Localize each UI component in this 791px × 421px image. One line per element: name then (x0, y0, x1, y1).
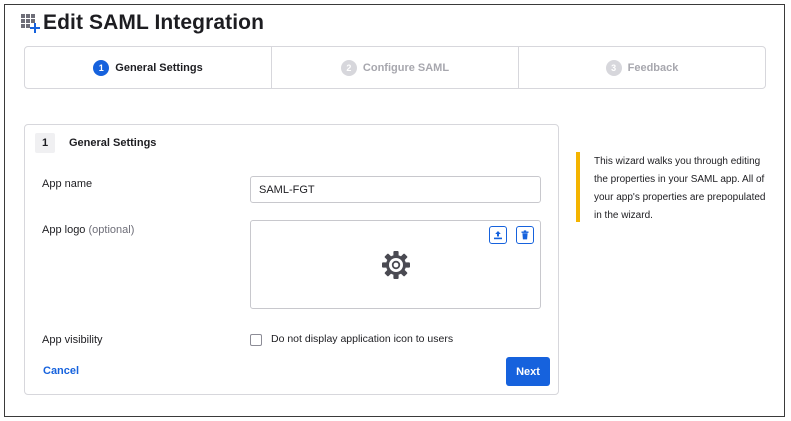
page-header: Edit SAML Integration (21, 9, 264, 37)
window-frame: Edit SAML Integration 1 General Settings… (4, 4, 785, 417)
step-label: Feedback (627, 61, 679, 74)
step-number-3: 3 (605, 59, 622, 76)
step-number-2: 2 (340, 59, 357, 76)
app-logo-label: App logo (optional) (42, 224, 134, 236)
upload-icon (494, 231, 502, 240)
step-general-settings[interactable]: 1 General Settings (25, 47, 271, 88)
help-accent-bar (576, 152, 580, 222)
app-logo-dropzone[interactable] (250, 220, 541, 309)
section-header: 1 General Settings (35, 133, 156, 153)
next-button[interactable]: Next (506, 357, 550, 386)
page-title: Edit SAML Integration (43, 11, 265, 34)
help-text: This wizard walks you through editing th… (594, 156, 766, 221)
step-configure-saml[interactable]: 2 Configure SAML (271, 47, 518, 88)
app-visibility-label: App visibility (42, 334, 103, 346)
upload-logo-button[interactable] (489, 226, 507, 244)
section-number: 1 (35, 133, 55, 153)
hide-icon-checkbox-label[interactable]: Do not display application icon to users (271, 333, 453, 345)
step-label: General Settings (115, 61, 203, 74)
delete-logo-button[interactable] (516, 226, 534, 244)
app-name-input[interactable] (250, 176, 541, 203)
app-logo-label-text: App logo (42, 224, 86, 236)
step-label: Configure SAML (362, 61, 450, 74)
hide-icon-checkbox[interactable] (250, 334, 262, 346)
wizard-stepper: 1 General Settings 2 Configure SAML 3 Fe… (24, 46, 766, 89)
optional-hint: (optional) (88, 224, 135, 236)
cancel-link[interactable]: Cancel (43, 365, 79, 377)
step-number-1: 1 (93, 59, 110, 76)
gear-icon (382, 251, 410, 279)
app-name-label: App name (42, 178, 93, 190)
trash-icon (521, 230, 529, 240)
general-settings-card: 1 General Settings App name App logo (op… (24, 124, 559, 395)
app-grid-add-icon (21, 14, 40, 33)
step-feedback[interactable]: 3 Feedback (518, 47, 765, 88)
section-title: General Settings (69, 137, 157, 149)
